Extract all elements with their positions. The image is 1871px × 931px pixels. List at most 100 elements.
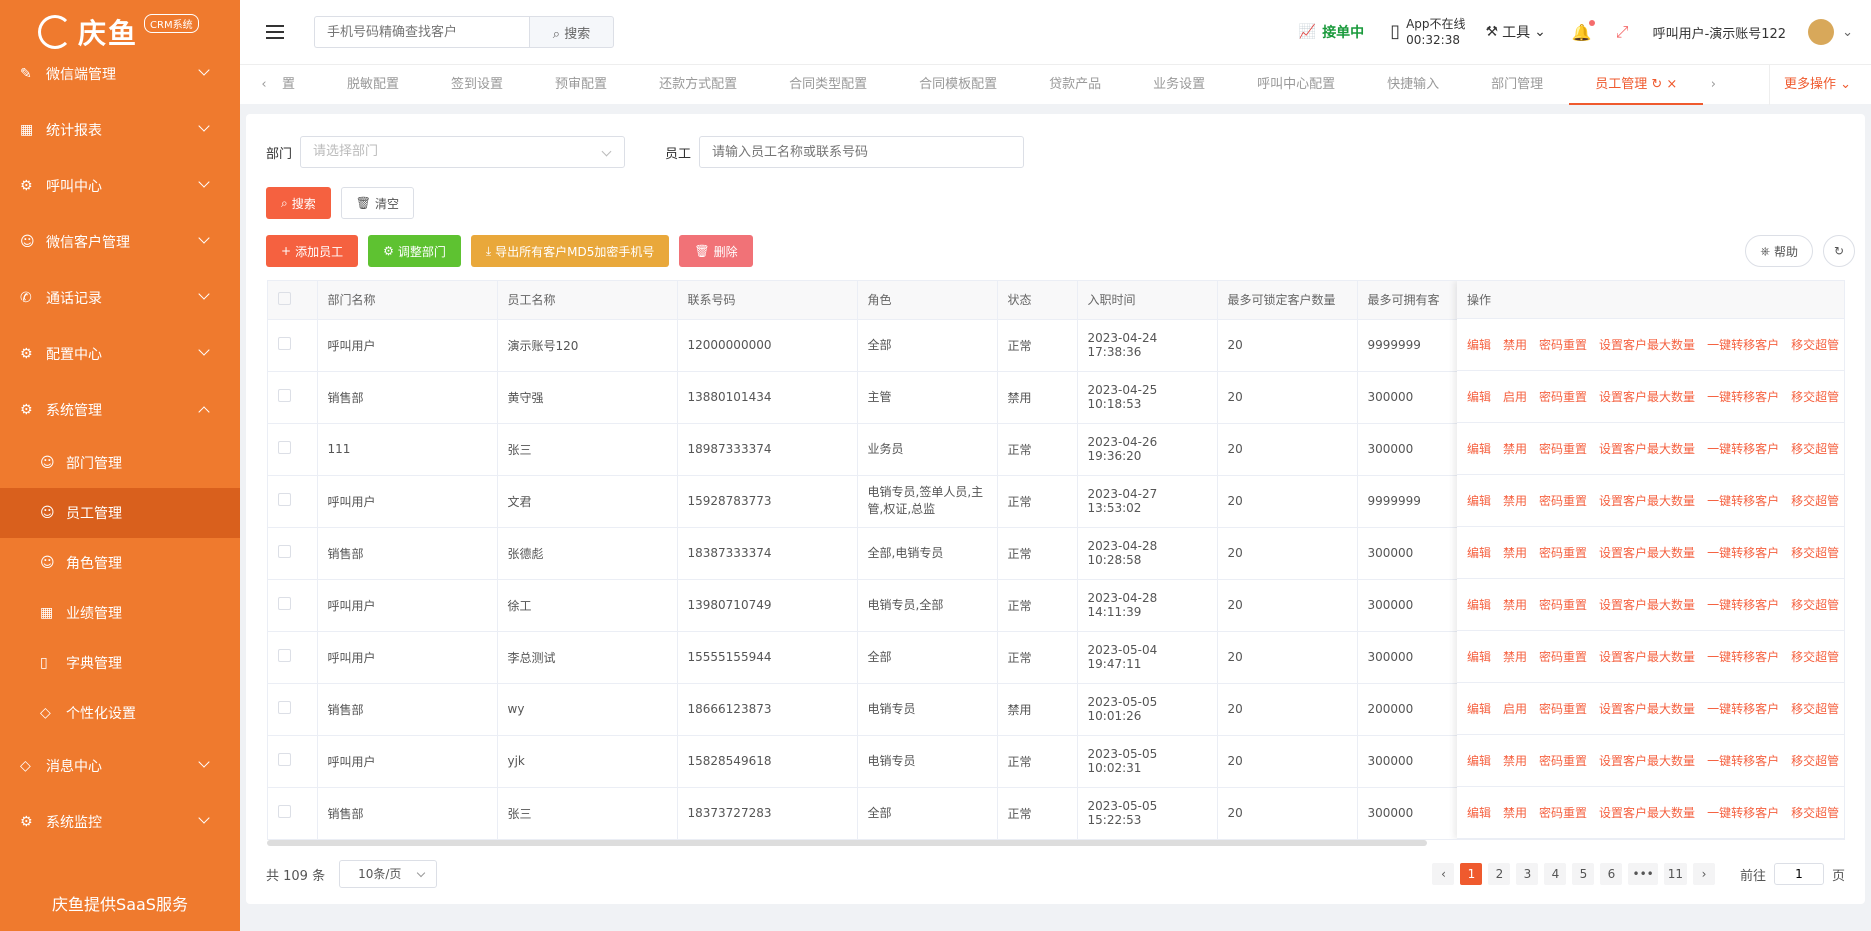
tab-item[interactable]: 快捷输入 [1361,65,1465,105]
tab-item[interactable]: 置 [274,65,321,105]
close-icon[interactable]: × [1666,77,1677,92]
toggle-status-link[interactable]: 启用 [1503,388,1527,405]
tab-item[interactable]: 呼叫中心配置 [1231,65,1361,105]
tab-item[interactable]: 部门管理 [1465,65,1569,105]
reset-password-link[interactable]: 密码重置 [1539,648,1587,665]
toggle-status-link[interactable]: 禁用 [1503,440,1527,457]
delete-button[interactable]: 🗑 删除 [679,235,753,267]
transfer-customers-link[interactable]: 一键转移客户 [1707,700,1779,717]
employee-search-input[interactable] [699,136,1025,168]
header-search-button[interactable]: ⌕ 搜索 [529,16,614,48]
edit-link[interactable]: 编辑 [1467,336,1491,353]
edit-link[interactable]: 编辑 [1467,804,1491,821]
transfer-customers-link[interactable]: 一键转移客户 [1707,596,1779,613]
prev-page-button[interactable]: ‹ [1432,863,1455,885]
transfer-customers-link[interactable]: 一键转移客户 [1707,492,1779,509]
reset-password-link[interactable]: 密码重置 [1539,336,1587,353]
toggle-status-link[interactable]: 禁用 [1503,648,1527,665]
sidebar-subitem-dict[interactable]: ▯ 字典管理 [0,638,240,688]
toggle-status-link[interactable]: 禁用 [1503,596,1527,613]
page-button[interactable]: 2 [1488,863,1511,885]
page-button[interactable]: 1 [1460,863,1483,885]
toggle-status-link[interactable]: 禁用 [1503,752,1527,769]
refresh-button[interactable]: ↻ [1823,235,1855,267]
toggle-status-link[interactable]: 禁用 [1503,492,1527,509]
notification-bell-icon[interactable]: 🔔 [1572,19,1595,42]
row-checkbox[interactable] [278,805,291,818]
edit-link[interactable]: 编辑 [1467,648,1491,665]
transfer-customers-link[interactable]: 一键转移客户 [1707,336,1779,353]
sidebar-item-system[interactable]: ⚙ 系统管理 [0,382,240,438]
page-size-select[interactable]: 10条/页 [339,860,438,888]
transfer-customers-link[interactable]: 一键转移客户 [1707,440,1779,457]
set-max-customers-link[interactable]: 设置客户最大数量 [1599,388,1695,405]
transfer-customers-link[interactable]: 一键转移客户 [1707,388,1779,405]
transfer-admin-link[interactable]: 移交超管 [1791,700,1839,717]
sidebar-item-wechat-customers[interactable]: ☺ 微信客户管理 [0,214,240,270]
row-checkbox[interactable] [278,753,291,766]
page-button[interactable]: 6 [1600,863,1623,885]
select-all-checkbox[interactable] [278,291,291,305]
row-checkbox[interactable] [278,597,291,610]
tab-item[interactable]: 合同类型配置 [763,65,893,105]
tab-item[interactable]: 贷款产品 [1023,65,1127,105]
search-button[interactable]: ⌕ 搜索 [266,187,331,219]
transfer-customers-link[interactable]: 一键转移客户 [1707,752,1779,769]
transfer-admin-link[interactable]: 移交超管 [1791,440,1839,457]
row-checkbox[interactable] [278,493,291,506]
transfer-admin-link[interactable]: 移交超管 [1791,804,1839,821]
sidebar-item-wechat[interactable]: ✎ 微信端管理 [0,46,240,102]
next-page-button[interactable]: › [1693,863,1715,885]
adjust-dept-button[interactable]: ⚙ 调整部门 [368,235,461,267]
set-max-customers-link[interactable]: 设置客户最大数量 [1599,700,1695,717]
add-employee-button[interactable]: + 添加员工 [266,235,359,267]
toggle-status-link[interactable]: 禁用 [1503,804,1527,821]
sidebar-item-messages[interactable]: ◇ 消息中心 [0,738,240,794]
phone-search-input[interactable] [314,16,529,48]
transfer-admin-link[interactable]: 移交超管 [1791,752,1839,769]
set-max-customers-link[interactable]: 设置客户最大数量 [1599,596,1695,613]
sidebar-subitem-personalize[interactable]: ◇ 个性化设置 [0,688,240,738]
reset-password-link[interactable]: 密码重置 [1539,388,1587,405]
transfer-admin-link[interactable]: 移交超管 [1791,544,1839,561]
tab-employee-active[interactable]: 员工管理 ↻ × [1569,65,1704,105]
set-max-customers-link[interactable]: 设置客户最大数量 [1599,648,1695,665]
sidebar-item-call-records[interactable]: ✆ 通话记录 [0,270,240,326]
row-checkbox[interactable] [278,337,291,350]
toggle-status-link[interactable]: 启用 [1503,700,1527,717]
sidebar-subitem-employee[interactable]: ☺ 员工管理 [0,488,240,538]
sidebar-item-callcenter[interactable]: ⚙ 呼叫中心 [0,158,240,214]
sidebar-item-config[interactable]: ⚙ 配置中心 [0,326,240,382]
page-button[interactable]: 4 [1544,863,1567,885]
row-checkbox[interactable] [278,701,291,714]
edit-link[interactable]: 编辑 [1467,440,1491,457]
row-checkbox[interactable] [278,389,291,402]
set-max-customers-link[interactable]: 设置客户最大数量 [1599,804,1695,821]
chevron-down-icon[interactable]: ⌄ [1842,25,1853,40]
transfer-admin-link[interactable]: 移交超管 [1791,388,1839,405]
sidebar-item-reports[interactable]: ▦ 统计报表 [0,102,240,158]
row-checkbox[interactable] [278,441,291,454]
row-checkbox[interactable] [278,545,291,558]
edit-link[interactable]: 编辑 [1467,752,1491,769]
tab-next-icon[interactable]: › [1703,77,1723,92]
set-max-customers-link[interactable]: 设置客户最大数量 [1599,492,1695,509]
sidebar-subitem-role[interactable]: ☺ 角色管理 [0,538,240,588]
reset-password-link[interactable]: 密码重置 [1539,700,1587,717]
horizontal-scrollbar[interactable] [267,840,1427,846]
more-actions-dropdown[interactable]: 更多操作 ⌄ [1768,65,1851,105]
transfer-customers-link[interactable]: 一键转移客户 [1707,804,1779,821]
reset-password-link[interactable]: 密码重置 [1539,804,1587,821]
toggle-status-link[interactable]: 禁用 [1503,544,1527,561]
row-checkbox[interactable] [278,649,291,662]
transfer-admin-link[interactable]: 移交超管 [1791,596,1839,613]
set-max-customers-link[interactable]: 设置客户最大数量 [1599,336,1695,353]
tab-item[interactable]: 合同模板配置 [893,65,1023,105]
reset-password-link[interactable]: 密码重置 [1539,752,1587,769]
edit-link[interactable]: 编辑 [1467,388,1491,405]
page-button[interactable]: 5 [1572,863,1595,885]
page-button[interactable]: 3 [1516,863,1539,885]
export-button[interactable]: ⤓ 导出所有客户MD5加密手机号 [470,235,670,267]
accept-orders-toggle[interactable]: 📈 接单中 [1299,22,1364,42]
sidebar-subitem-dept[interactable]: ☺ 部门管理 [0,438,240,488]
